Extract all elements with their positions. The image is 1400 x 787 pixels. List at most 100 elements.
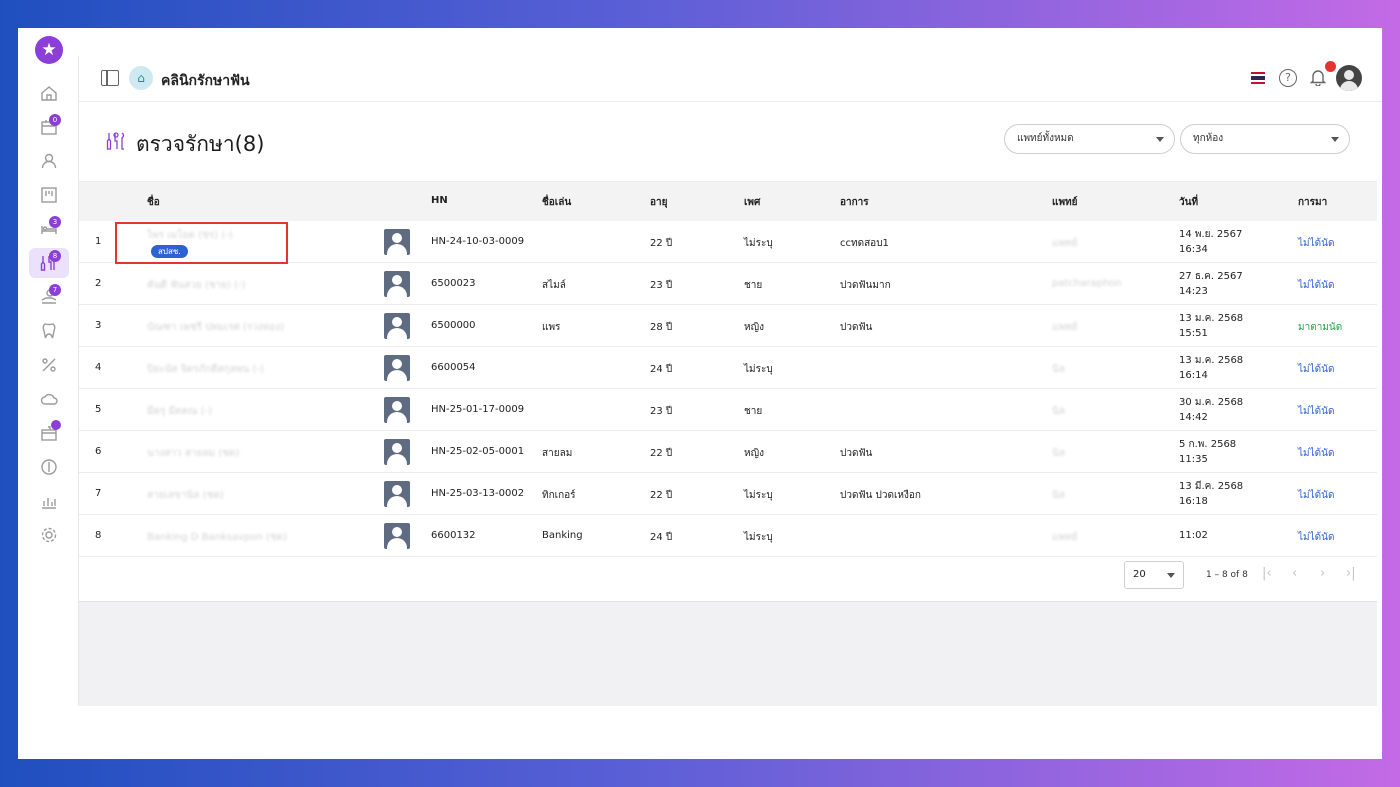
- table-row[interactable]: 7 สายเลขานิล (ชด) HN-25-03-13-0002 ทิกเกอร์…: [79, 473, 1377, 515]
- visit-datetime: 27 ธ.ค. 2567 14:23: [1179, 269, 1243, 299]
- table-row[interactable]: 8 Banking D Banksavpon (ชด) 6600132 Banking…: [79, 515, 1377, 557]
- sidebar-item-discount[interactable]: [29, 350, 69, 380]
- chevron-down-icon: [1167, 573, 1175, 578]
- visit-datetime: 13 ม.ค. 2568 16:14: [1179, 353, 1243, 383]
- sidebar-badge: 0: [49, 114, 61, 126]
- visit-time: 14:42: [1179, 412, 1208, 423]
- next-page-icon[interactable]: ›: [1320, 566, 1325, 581]
- patient-name[interactable]: สายเลขานิล (ชด): [147, 488, 224, 503]
- sidebar-item-report[interactable]: [29, 486, 69, 516]
- patient-nickname: Banking: [542, 530, 583, 541]
- patient-name[interactable]: ปิยะนัส จิตรภักดีสกุลพน (-): [147, 362, 264, 377]
- doctor-filter-select[interactable]: แพทย์ทั้งหมด: [1004, 124, 1175, 154]
- patient-avatar: [384, 313, 410, 339]
- patient-symptom: ccทดสอบ1: [840, 238, 889, 249]
- col-symptom[interactable]: อาการ: [840, 195, 869, 210]
- visit-time: 16:34: [1179, 244, 1208, 255]
- report-icon: [42, 498, 56, 509]
- visit-datetime: 5 ก.พ. 2568 11:35: [1179, 437, 1236, 467]
- sidebar-item-finance[interactable]: [29, 452, 69, 482]
- page-title: ตรวจรักษา(8): [136, 132, 265, 156]
- patient-avatar: [384, 523, 410, 549]
- col-name[interactable]: ชื่อ: [147, 195, 160, 210]
- visit-datetime: 13 ม.ค. 2568 15:51: [1179, 311, 1243, 341]
- toggle-sidebar-icon[interactable]: [101, 70, 119, 86]
- col-sex[interactable]: เพศ: [744, 195, 760, 210]
- app-logo-star-icon[interactable]: ★: [35, 36, 63, 64]
- room-filter-value: ทุกห้อง: [1193, 133, 1224, 144]
- col-nickname[interactable]: ชื่อเล่น: [542, 195, 571, 210]
- table-row[interactable]: 5 มีตรุ มีตตณ (-) HN-25-01-17-0009 23 ปี ชาย…: [79, 389, 1377, 431]
- page-range: 1 – 8 of 8: [1206, 570, 1248, 580]
- visit-time: 15:51: [1179, 328, 1208, 339]
- bell-icon[interactable]: [1310, 68, 1326, 86]
- visit-time: 11:02: [1179, 530, 1208, 541]
- col-age[interactable]: อายุ: [650, 195, 667, 210]
- patient-symptom: ปวดฟัน ปวดเหงือก: [840, 490, 921, 501]
- arrival-status: ไม่ได้นัด: [1298, 448, 1335, 459]
- patient-hn: HN-25-02-05-0001: [431, 446, 525, 457]
- first-page-icon[interactable]: |‹: [1262, 566, 1272, 581]
- patient-name[interactable]: นางสาว สายลม (ชด): [147, 446, 239, 461]
- patient-sex: หญิง: [744, 448, 764, 459]
- empty-panel: [79, 601, 1377, 706]
- row-number: 3: [95, 320, 102, 331]
- thai-flag-icon[interactable]: [1251, 72, 1265, 84]
- treatment-tools-icon: [106, 132, 125, 150]
- sidebar-item-bed[interactable]: 3: [29, 214, 69, 244]
- sidebar-item-settings[interactable]: [29, 520, 69, 550]
- cloud-icon: [40, 393, 58, 405]
- col-hn[interactable]: HN: [431, 195, 448, 206]
- sidebar-item-patient[interactable]: [29, 146, 69, 176]
- last-page-icon[interactable]: ›|: [1346, 566, 1356, 581]
- patient-age: 22 ปี: [650, 448, 673, 459]
- doctor-filter-value: แพทย์ทั้งหมด: [1017, 133, 1074, 144]
- doctor-name: นิล: [1052, 406, 1065, 417]
- sidebar-item-cloud[interactable]: [29, 384, 69, 414]
- sidebar-item-home[interactable]: [29, 78, 69, 108]
- visit-date: 14 พ.ย. 2567: [1179, 229, 1243, 240]
- notification-dot: [1325, 61, 1336, 72]
- patient-name[interactable]: คันดี ฟันสวย (ชาย) (-): [147, 278, 246, 293]
- patient-age: 28 ปี: [650, 322, 673, 333]
- doctor-name: patcharaphon: [1052, 278, 1122, 289]
- col-date[interactable]: วันที่: [1179, 195, 1198, 210]
- table-row[interactable]: 4 ปิยะนัส จิตรภักดีสกุลพน (-) 6600054 24 ปี…: [79, 347, 1377, 389]
- table-row[interactable]: 6 นางสาว สายลม (ชด) HN-25-02-05-0001 สายลม 2…: [79, 431, 1377, 473]
- visit-time: 16:18: [1179, 496, 1208, 507]
- sidebar-item-treatment[interactable]: 8: [29, 248, 69, 278]
- prev-page-icon[interactable]: ‹: [1292, 566, 1297, 581]
- chevron-down-icon: [1331, 137, 1339, 142]
- sidebar-item-inventory[interactable]: [29, 418, 69, 448]
- user-avatar[interactable]: [1336, 65, 1362, 91]
- table-row[interactable]: 2 คันดี ฟันสวย (ชาย) (-) 6500023 สไมล์ 23 ปี…: [79, 263, 1377, 305]
- page-size-select[interactable]: 20: [1124, 561, 1184, 589]
- patient-hn: 6600132: [431, 530, 476, 541]
- col-doctor[interactable]: แพทย์: [1052, 195, 1078, 210]
- patient-avatar: [384, 271, 410, 297]
- col-arrival[interactable]: การมา: [1298, 195, 1327, 210]
- finance-icon: [41, 459, 57, 475]
- sidebar: ★ 0 3 8 7: [28, 36, 70, 596]
- patient-sex: ไม่ระบุ: [744, 238, 773, 249]
- table-row[interactable]: 3 บัณฑา เพชรี ปทมเรศ (รวงทอง) 6500000 แพร 28…: [79, 305, 1377, 347]
- visit-date: 13 ม.ค. 2568: [1179, 313, 1244, 324]
- visit-date: 5 ก.พ. 2568: [1179, 439, 1237, 450]
- help-icon[interactable]: ?: [1279, 69, 1297, 87]
- patient-sex: หญิง: [744, 322, 764, 333]
- sidebar-item-queue-board[interactable]: [29, 180, 69, 210]
- sidebar-item-tooth[interactable]: [29, 316, 69, 346]
- patient-age: 23 ปี: [650, 406, 673, 417]
- room-filter-select[interactable]: ทุกห้อง: [1180, 124, 1350, 154]
- tooth-icon: [42, 323, 56, 339]
- patient-avatar: [384, 481, 410, 507]
- patient-name[interactable]: มีตรุ มีตตณ (-): [147, 404, 212, 419]
- row-number: 4: [95, 362, 102, 373]
- visit-time: 11:35: [1179, 454, 1208, 465]
- patient-name[interactable]: Banking D Banksavpon (ชด): [147, 530, 287, 545]
- patient-name[interactable]: บัณฑา เพชรี ปทมเรศ (รวงทอง): [147, 320, 284, 335]
- sidebar-item-payment[interactable]: 7: [29, 282, 69, 312]
- row-number: 2: [95, 278, 102, 289]
- patient-hn: HN-25-03-13-0002: [431, 488, 525, 499]
- sidebar-item-calendar[interactable]: 0: [29, 112, 69, 142]
